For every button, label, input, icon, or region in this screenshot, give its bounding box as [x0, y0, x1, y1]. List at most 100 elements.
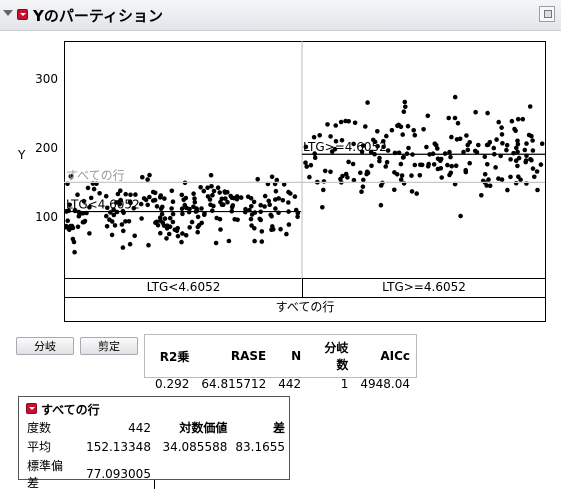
- data-point: [465, 147, 471, 153]
- y-tick-label: 100: [35, 210, 58, 224]
- data-point: [255, 176, 260, 182]
- data-point: [140, 174, 145, 180]
- stat-header: RASE: [230, 349, 267, 363]
- data-point: [449, 163, 455, 169]
- data-point: [516, 174, 521, 179]
- y-axis-label: Y: [18, 148, 26, 162]
- node-row-label: 平均: [27, 440, 52, 454]
- data-point: [402, 99, 408, 105]
- collapse-triangle-icon[interactable]: [3, 10, 13, 16]
- data-point: [65, 218, 70, 223]
- data-point: [91, 186, 97, 192]
- data-point: [499, 177, 505, 182]
- pin-icon[interactable]: [539, 6, 555, 22]
- report-title: Yのパーティション: [33, 7, 163, 25]
- y-tick-label: 200: [35, 141, 58, 155]
- data-point: [504, 147, 509, 153]
- data-point: [322, 168, 328, 174]
- data-point: [304, 164, 309, 169]
- data-point: [164, 236, 169, 241]
- data-point: [292, 194, 298, 199]
- axis-left-node-label[interactable]: LTG<4.6052: [65, 278, 302, 297]
- data-point: [286, 200, 291, 205]
- data-point: [191, 191, 196, 196]
- data-point: [457, 136, 463, 142]
- stat-header: AICc: [380, 349, 410, 363]
- data-point: [71, 239, 77, 245]
- data-point: [157, 195, 163, 200]
- data-point: [252, 238, 257, 244]
- data-point: [343, 118, 348, 124]
- data-point: [396, 122, 402, 128]
- data-point: [496, 119, 502, 125]
- data-point: [307, 174, 312, 180]
- data-point: [458, 213, 463, 219]
- data-point: [225, 200, 230, 205]
- data-point: [406, 145, 411, 151]
- data-point: [433, 142, 439, 148]
- node-col-header: 差: [272, 421, 285, 435]
- data-point: [143, 197, 149, 203]
- data-point: [179, 239, 184, 245]
- data-point: [258, 217, 263, 223]
- data-point: [127, 241, 133, 247]
- data-point: [482, 154, 488, 159]
- node-red-triangle-menu-icon[interactable]: [26, 403, 37, 414]
- data-point: [350, 161, 356, 167]
- node-col-header: 対数価値: [179, 421, 228, 435]
- data-point: [338, 176, 343, 182]
- data-point: [262, 204, 267, 209]
- data-point: [321, 187, 326, 193]
- data-point: [320, 205, 325, 210]
- tree-node-box[interactable]: すべての行 度数 442 対数価値 差 平均 152.13348 34.0855…: [18, 396, 290, 490]
- data-point: [472, 148, 478, 154]
- data-point: [364, 169, 370, 175]
- data-point: [515, 163, 520, 169]
- data-point: [259, 239, 265, 244]
- partition-scatter-plot[interactable]: すべての行 LTG<4.6052 LTG>=4.6052: [64, 41, 546, 279]
- data-point: [208, 202, 213, 207]
- data-point: [529, 133, 534, 139]
- red-triangle-menu-icon[interactable]: [17, 9, 28, 20]
- overall-line-label: すべての行: [66, 168, 125, 182]
- data-point: [424, 144, 429, 150]
- prune-button[interactable]: 剪定: [80, 337, 138, 355]
- data-point: [484, 183, 490, 188]
- data-point: [226, 238, 232, 244]
- data-point: [139, 216, 144, 221]
- data-point: [538, 162, 544, 167]
- data-point: [284, 231, 289, 237]
- data-point: [485, 110, 490, 116]
- data-point: [175, 225, 180, 231]
- split-button[interactable]: 分岐: [16, 337, 74, 355]
- data-point: [132, 233, 137, 239]
- data-point: [213, 240, 219, 246]
- data-point: [403, 104, 408, 110]
- data-point: [485, 162, 490, 167]
- data-point: [377, 158, 382, 164]
- data-point: [194, 206, 199, 211]
- node-stddev-value: 77.093005: [86, 467, 151, 481]
- data-point: [97, 191, 102, 196]
- left-line-label: LTG<4.6052: [66, 198, 140, 212]
- data-point: [449, 134, 454, 140]
- data-point: [464, 133, 469, 138]
- axis-right-node-label[interactable]: LTG>=4.6052: [303, 278, 545, 297]
- axis-all-rows-label[interactable]: すべての行: [65, 298, 545, 315]
- data-point: [523, 158, 529, 163]
- data-point: [439, 175, 445, 180]
- data-point: [389, 127, 395, 133]
- data-point: [251, 199, 257, 205]
- data-point: [288, 191, 293, 196]
- data-point: [192, 199, 198, 205]
- data-point: [361, 177, 366, 183]
- data-point: [499, 125, 504, 130]
- data-point: [278, 226, 283, 232]
- data-point: [145, 202, 150, 208]
- data-point: [375, 129, 380, 134]
- stat-header: N: [291, 349, 302, 363]
- data-point: [515, 116, 521, 122]
- data-point: [539, 141, 545, 146]
- data-point: [218, 227, 223, 232]
- data-point: [504, 142, 510, 148]
